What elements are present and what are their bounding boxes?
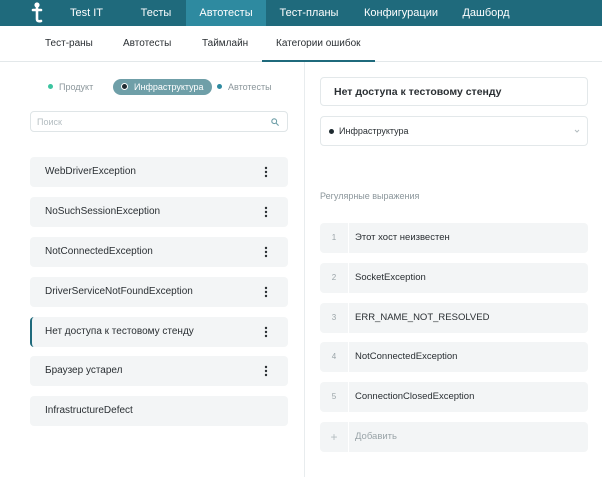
more-options-icon[interactable] xyxy=(264,286,268,298)
regex-number: 2 xyxy=(320,263,349,293)
category-label: WebDriverException xyxy=(45,166,136,177)
autotests-dot-icon xyxy=(217,84,222,90)
filter-label: Автотесты xyxy=(228,82,272,92)
filter-infrastructure[interactable]: Инфраструктура xyxy=(113,79,212,95)
regex-row[interactable]: 1 Этот хост неизвестен xyxy=(320,223,588,253)
nav-autotests[interactable]: Автотесты xyxy=(186,0,266,26)
category-type-select[interactable]: Инфраструктура xyxy=(320,116,588,146)
top-navigation-bar: Test IT Тесты Автотесты Тест-планы Конфи… xyxy=(0,0,602,26)
chevron-down-icon xyxy=(574,129,580,133)
category-title: Нет доступа к тестовому стенду xyxy=(334,86,502,98)
regex-row[interactable]: 5 ConnectionClosedException xyxy=(320,382,588,412)
regex-text: NotConnectedException xyxy=(355,351,458,362)
category-label: Нет доступа к тестовому стенду xyxy=(45,326,194,337)
tab-error-categories[interactable]: Категории ошибок xyxy=(262,26,375,62)
list-item[interactable]: InfrastructureDefect xyxy=(30,396,288,426)
nav-tests[interactable]: Тесты xyxy=(128,0,184,26)
list-item-selected[interactable]: Нет доступа к тестовому стенду xyxy=(30,317,288,347)
product-dot-icon xyxy=(48,84,53,90)
list-item[interactable]: NoSuchSessionException xyxy=(30,197,288,227)
regex-text: ERR_NAME_NOT_RESOLVED xyxy=(355,312,490,323)
list-item[interactable]: DriverServiceNotFoundException xyxy=(30,277,288,307)
list-item[interactable]: Браузер устарел xyxy=(30,356,288,386)
filter-label: Продукт xyxy=(59,82,94,92)
app-name: Test IT xyxy=(70,7,104,19)
add-regex-label: Добавить xyxy=(355,431,397,442)
search-icon xyxy=(271,118,279,126)
category-type-value: Инфраструктура xyxy=(339,126,409,136)
category-label: NotConnectedException xyxy=(45,246,153,257)
nav-configurations[interactable]: Конфигурации xyxy=(358,0,444,26)
category-label: InfrastructureDefect xyxy=(45,405,133,416)
tab-test-runs[interactable]: Тест-раны xyxy=(45,26,93,62)
list-item[interactable]: WebDriverException xyxy=(30,157,288,187)
tab-timeline[interactable]: Таймлайн xyxy=(202,26,248,62)
regex-section-label: Регулярные выражения xyxy=(320,191,420,201)
regex-text: Этот хост неизвестен xyxy=(355,232,450,243)
testit-logo-icon[interactable] xyxy=(28,2,46,24)
plus-icon: + xyxy=(320,422,349,452)
more-options-icon[interactable] xyxy=(264,326,268,338)
regex-row[interactable]: 3 ERR_NAME_NOT_RESOLVED xyxy=(320,303,588,333)
search-input[interactable]: Поиск xyxy=(30,111,288,132)
regex-number: 4 xyxy=(320,342,349,372)
nav-dashboard[interactable]: Дашборд xyxy=(454,0,518,26)
panel-divider xyxy=(304,62,305,477)
more-options-icon[interactable] xyxy=(264,365,268,377)
regex-number: 5 xyxy=(320,382,349,412)
more-options-icon[interactable] xyxy=(264,246,268,258)
more-options-icon[interactable] xyxy=(264,166,268,178)
regex-row[interactable]: 2 SocketException xyxy=(320,263,588,293)
category-name-field[interactable]: Нет доступа к тестовому стенду xyxy=(320,77,588,106)
regex-number: 3 xyxy=(320,303,349,333)
category-label: NoSuchSessionException xyxy=(45,206,161,217)
filter-label: Инфраструктура xyxy=(134,82,204,92)
infrastructure-dot-icon xyxy=(329,129,334,134)
infrastructure-dot-icon xyxy=(121,83,128,91)
more-options-icon[interactable] xyxy=(264,206,268,218)
filter-product[interactable]: Продукт xyxy=(48,79,93,95)
tab-autotests[interactable]: Автотесты xyxy=(123,26,171,62)
add-regex-button[interactable]: + Добавить xyxy=(320,422,588,452)
sub-navigation-tabs: Тест-раны Автотесты Таймлайн Категории о… xyxy=(0,26,602,62)
category-label: Браузер устарел xyxy=(45,365,123,376)
regex-number: 1 xyxy=(320,223,349,253)
nav-test-plans[interactable]: Тест-планы xyxy=(270,0,348,26)
list-item[interactable]: NotConnectedException xyxy=(30,237,288,267)
filter-autotests[interactable]: Автотесты xyxy=(217,79,272,95)
regex-text: ConnectionClosedException xyxy=(355,391,475,402)
regex-text: SocketException xyxy=(355,272,426,283)
regex-row[interactable]: 4 NotConnectedException xyxy=(320,342,588,372)
category-label: DriverServiceNotFoundException xyxy=(45,286,193,297)
search-placeholder: Поиск xyxy=(37,117,62,127)
